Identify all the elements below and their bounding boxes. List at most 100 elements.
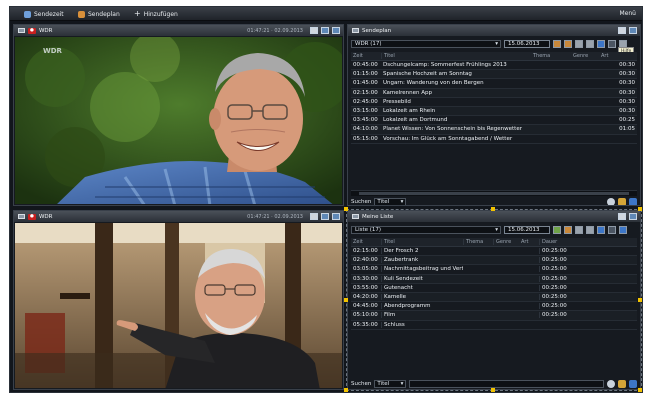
chevron-down-icon: ▾	[400, 381, 404, 387]
tv-icon	[18, 28, 25, 33]
table-row[interactable]: 03:15:00 Lokalzeit am Rhein 00:30	[351, 106, 637, 117]
table-row[interactable]: 00:45:00 Dschungelcamp: Sommerfest Frühli…	[351, 61, 637, 71]
calendar-icon[interactable]	[553, 39, 561, 48]
folder-icon[interactable]	[564, 225, 572, 234]
column-header[interactable]: Genre	[571, 53, 599, 59]
list-icon	[352, 214, 359, 219]
resize-handle[interactable]	[344, 388, 348, 392]
add-icon[interactable]	[553, 225, 561, 234]
row-duration: 00:25:00	[539, 257, 579, 264]
channel-select[interactable]: WDR (17) ▾	[351, 39, 501, 48]
epg-title: Sendeplan	[362, 27, 392, 34]
row-title: Lokalzeit am Rhein	[383, 108, 436, 115]
date-field[interactable]: 15.06.2013	[504, 225, 550, 234]
column-header[interactable]: Genre	[493, 239, 519, 245]
table-row[interactable]: 05:10:00 Film 00:25:00	[351, 311, 637, 321]
dropdown-icon[interactable]	[608, 39, 616, 48]
print-icon[interactable]	[586, 225, 594, 234]
settings-icon[interactable]	[629, 27, 637, 34]
table-row[interactable]: 03:45:00 Lokalzeit am Dortmund 00:25	[351, 116, 637, 126]
plus-icon: +	[134, 9, 141, 18]
settings-icon[interactable]	[629, 213, 637, 220]
table-row[interactable]: 05:35:00 Schluss	[351, 321, 637, 330]
table-row[interactable]: 04:20:00 Kamelle 00:25:00	[351, 292, 637, 303]
row-time: 00:45:00	[353, 62, 378, 69]
video-frame-top[interactable]: WDR	[15, 37, 342, 204]
resize-handle[interactable]	[344, 298, 348, 302]
window-icon[interactable]	[310, 213, 318, 220]
list-table: Zeit Titel Thema Genre Art Dauer 02:15:0…	[351, 238, 637, 330]
window-icon[interactable]	[618, 27, 626, 34]
menu-button[interactable]: Menü	[620, 10, 636, 17]
resize-handle[interactable]	[491, 207, 495, 211]
table-row[interactable]: 03:55:00 Gutenacht 00:25:00	[351, 284, 637, 293]
row-title: Pressebild	[383, 98, 411, 105]
resize-handle[interactable]	[491, 388, 495, 392]
column-header[interactable]: Zeit	[351, 53, 381, 59]
resize-handle[interactable]	[638, 207, 642, 211]
dropdown-icon[interactable]	[608, 225, 616, 234]
table-row[interactable]: 02:15:00 Der Frosch 2 00:25:00	[351, 247, 637, 257]
export-icon[interactable]	[575, 225, 583, 234]
window-icon[interactable]	[310, 27, 318, 34]
table-row[interactable]: 01:15:00 Spanische Hochzeit am Sonntag 00:…	[351, 70, 637, 80]
menu-item-hinzufuegen[interactable]: + Hinzufügen	[134, 9, 178, 19]
resize-handle[interactable]	[344, 207, 348, 211]
help-icon[interactable]	[597, 225, 605, 234]
table-row[interactable]: 02:40:00 Zaubertrank 00:25:00	[351, 256, 637, 266]
settings-icon[interactable]	[332, 213, 340, 220]
search-input[interactable]	[409, 380, 604, 388]
date-field[interactable]: 15.06.2013	[504, 39, 550, 48]
info-icon[interactable]	[629, 380, 637, 388]
row-duration: 00:25	[619, 117, 635, 124]
folder-icon[interactable]	[564, 39, 572, 48]
table-row[interactable]: 03:05:00Nachmittagsbeitrag und Verteilun…	[351, 265, 637, 275]
column-header[interactable]: Titel	[381, 239, 463, 245]
search-icon[interactable]	[607, 380, 615, 388]
table-row[interactable]: 05:15:00 Vorschau: Im Glück am Sonntagabe…	[351, 135, 637, 144]
epg-table: Zeit Titel Thema Genre Art 00:45:00 Dschu…	[351, 52, 637, 144]
list-select[interactable]: Liste (17) ▾	[351, 225, 501, 234]
fullscreen-icon[interactable]	[321, 213, 329, 220]
help-icon[interactable]	[597, 39, 605, 48]
column-header[interactable]: Thema	[463, 239, 493, 245]
column-header[interactable]: Art	[599, 53, 619, 59]
column-header[interactable]: Thema	[531, 53, 571, 59]
print-icon[interactable]	[586, 39, 594, 48]
table-row[interactable]: 02:15:00 Kamelrennen App 00:30	[351, 88, 637, 98]
settings-icon[interactable]	[332, 27, 340, 34]
column-header[interactable]: Zeit	[351, 239, 381, 245]
search-icon[interactable]	[607, 198, 615, 205]
resize-handle[interactable]	[638, 298, 642, 302]
list-icon	[352, 28, 359, 33]
column-header[interactable]: Dauer	[539, 239, 579, 245]
table-row[interactable]: 02:45:00 Pressebild 00:30	[351, 98, 637, 107]
window-icon[interactable]	[618, 213, 626, 220]
row-time: 05:10:00	[353, 312, 378, 319]
row-time: 02:40:00	[353, 257, 378, 264]
resize-handle[interactable]	[638, 388, 642, 392]
scrollbar-thumb[interactable]	[359, 192, 629, 195]
menu-item-sendezeit[interactable]: Sendezeit	[24, 9, 64, 19]
row-time: 02:45:00	[353, 98, 378, 105]
horizontal-scrollbar[interactable]	[351, 190, 637, 196]
menu-item-sendeplan[interactable]: Sendeplan	[78, 9, 120, 19]
row-time: 04:20:00	[353, 294, 378, 301]
export-icon[interactable]	[575, 39, 583, 48]
table-row[interactable]: 04:10:00 Planet Wissen: Von Sonnenschein …	[351, 125, 637, 135]
column-header[interactable]: Titel	[381, 53, 531, 59]
table-row[interactable]: 04:45:00 Abendprogramm 00:25:00	[351, 302, 637, 312]
info-icon[interactable]	[629, 198, 637, 205]
video-frame-bottom[interactable]	[15, 223, 342, 388]
table-row[interactable]: 01:45:00 Ungarn: Wanderung von den Bergen…	[351, 79, 637, 89]
table-row[interactable]: 03:30:00 Kuli Sendezeit 00:25:00	[351, 274, 637, 284]
wrench-icon[interactable]	[618, 380, 626, 388]
search-field-select[interactable]: Titel ▾	[374, 380, 407, 388]
wrench-icon[interactable]	[618, 198, 626, 205]
column-header[interactable]: Art	[519, 239, 539, 245]
row-time: 02:15:00	[353, 89, 378, 96]
fullscreen-icon[interactable]	[321, 27, 329, 34]
delete-icon[interactable]	[619, 225, 627, 234]
search-field-select[interactable]: Titel ▾	[374, 198, 407, 205]
row-duration: 00:30	[619, 89, 635, 96]
